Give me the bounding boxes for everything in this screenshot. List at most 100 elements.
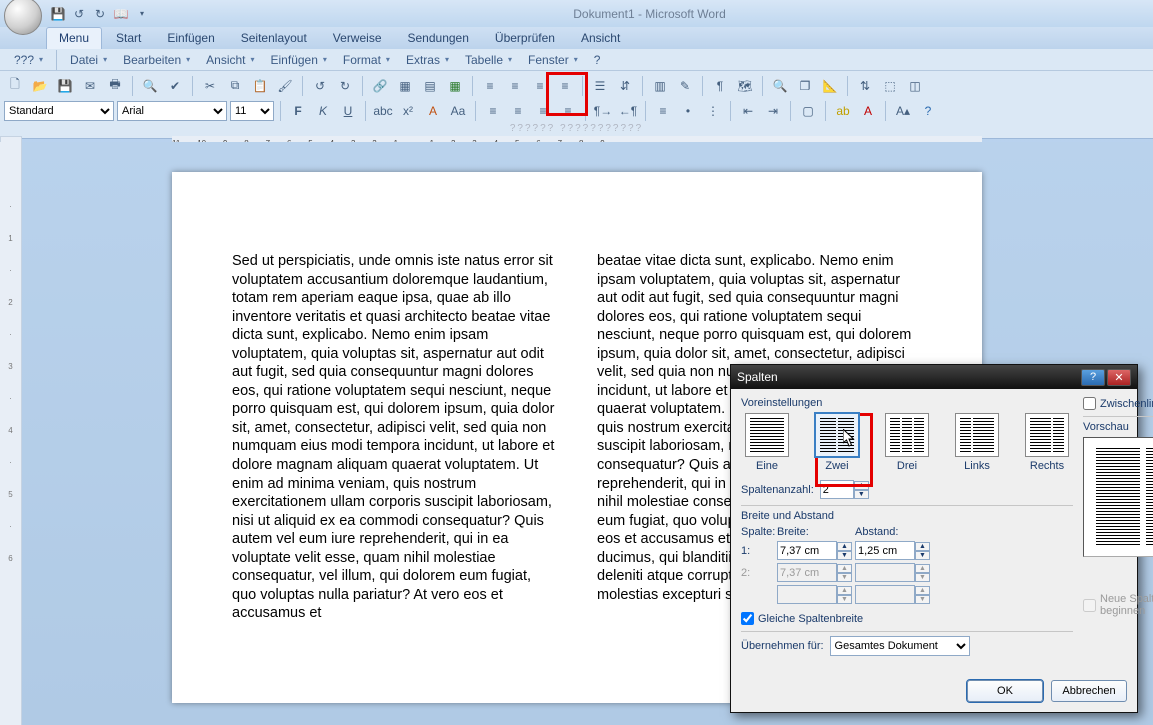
new-doc-icon[interactable]: 🗋 (4, 75, 26, 97)
menu-bearbeiten[interactable]: Bearbeiten (117, 51, 196, 69)
apply-to-combo[interactable]: Gesamtes Dokument (830, 636, 970, 656)
menu-help[interactable]: ? (588, 51, 607, 69)
undo-icon[interactable]: ↺ (309, 75, 331, 97)
menu-datei[interactable]: Datei (64, 51, 113, 69)
dialog-close-button[interactable]: ✕ (1107, 369, 1131, 386)
object-icon[interactable]: ◫ (904, 75, 926, 97)
menu-einfuegen[interactable]: Einfügen (265, 51, 333, 69)
bullets-icon[interactable]: • (677, 100, 699, 122)
numbering-icon[interactable]: ≡ (652, 100, 674, 122)
rtl-icon[interactable]: ←¶ (617, 100, 639, 122)
menu-format[interactable]: Format (337, 51, 396, 69)
row1-gap-input[interactable] (855, 541, 915, 560)
multilevel-icon[interactable]: ⋮ (702, 100, 724, 122)
menu-unknown[interactable]: ??? (8, 51, 49, 69)
equal-width-checkbox[interactable]: Gleiche Spaltenbreite (741, 612, 1073, 625)
zoom-icon[interactable]: 🔍 (769, 75, 791, 97)
insert-table-icon[interactable]: ▤ (419, 75, 441, 97)
ruler-icon[interactable]: 📐 (819, 75, 841, 97)
vertical-ruler[interactable]: ·1· 2·3 ·4· 5·6 (0, 142, 22, 725)
preset-left[interactable]: Links (951, 413, 1003, 472)
cancel-button[interactable]: Abbrechen (1051, 680, 1127, 702)
window-icon[interactable]: ❐ (794, 75, 816, 97)
ltr-icon[interactable]: ¶→ (592, 100, 614, 122)
mail-icon[interactable]: ✉ (79, 75, 101, 97)
preset-three[interactable]: Drei (881, 413, 933, 472)
change-case-icon[interactable]: Aa (447, 100, 469, 122)
drawing-icon[interactable]: ✎ (674, 75, 696, 97)
tab-seitenlayout[interactable]: Seitenlayout (229, 28, 319, 49)
print-icon[interactable]: 🖶 (104, 75, 126, 97)
hyperlink-icon[interactable]: 🔗 (369, 75, 391, 97)
redo-icon[interactable]: ↻ (334, 75, 356, 97)
format-painter-icon[interactable]: 🖌 (274, 75, 296, 97)
align-center2-icon[interactable]: ≡ (507, 100, 529, 122)
dialog-help-button[interactable]: ? (1081, 369, 1105, 386)
bold-button[interactable]: F (287, 100, 309, 122)
tab-sendungen[interactable]: Sendungen (396, 28, 481, 49)
preset-right[interactable]: Rechts (1021, 413, 1073, 472)
align-justify2-icon[interactable]: ≡ (557, 100, 579, 122)
menu-ansicht[interactable]: Ansicht (200, 51, 260, 69)
line-spacing-icon[interactable]: ☰ (589, 75, 611, 97)
increase-indent-icon[interactable]: ⇥ (762, 100, 784, 122)
qat-more-icon[interactable]: ▾ (134, 6, 150, 22)
preset-one[interactable]: Eine (741, 413, 793, 472)
save-icon[interactable]: 💾 (54, 75, 76, 97)
show-marks-icon[interactable]: ¶ (709, 75, 731, 97)
align-justify-icon[interactable]: ≡ (554, 75, 576, 97)
distribute-icon[interactable]: ⇵ (614, 75, 636, 97)
select-icon[interactable]: ⬚ (879, 75, 901, 97)
column-count-input[interactable] (820, 480, 854, 499)
menu-extras[interactable]: Extras (400, 51, 455, 69)
table-icon[interactable]: ▦ (394, 75, 416, 97)
office-button[interactable] (4, 0, 42, 35)
style-combo[interactable]: Standard (4, 101, 114, 121)
copy-icon[interactable]: ⧉ (224, 75, 246, 97)
align-left-icon[interactable]: ≡ (479, 75, 501, 97)
font-combo[interactable]: Arial (117, 101, 227, 121)
tab-menu[interactable]: Menu (46, 27, 102, 49)
preset-two[interactable]: Zwei (811, 413, 863, 472)
highlight-icon[interactable]: ab (832, 100, 854, 122)
dialog-titlebar[interactable]: Spalten ? ✕ (731, 365, 1137, 389)
doc-map-icon[interactable]: 🗺 (734, 75, 756, 97)
align-center-icon[interactable]: ≡ (504, 75, 526, 97)
save-icon[interactable]: 💾 (50, 6, 66, 22)
row1-width-input[interactable] (777, 541, 837, 560)
redo-icon[interactable]: ↻ (92, 6, 108, 22)
superscript-icon[interactable]: x² (397, 100, 419, 122)
menu-fenster[interactable]: Fenster (522, 51, 584, 69)
decrease-indent-icon[interactable]: ⇤ (737, 100, 759, 122)
italic-button[interactable]: K (312, 100, 334, 122)
undo-icon[interactable]: ↺ (71, 6, 87, 22)
document-text-col1[interactable]: Sed ut perspiciatis, unde omnis iste nat… (232, 252, 557, 623)
sort-icon[interactable]: ⇅ (854, 75, 876, 97)
tab-start[interactable]: Start (104, 28, 153, 49)
print-preview-icon[interactable]: 🔍 (139, 75, 161, 97)
excel-icon[interactable]: ▦ (444, 75, 466, 97)
align-right2-icon[interactable]: ≡ (532, 100, 554, 122)
tab-verweise[interactable]: Verweise (321, 28, 394, 49)
book-icon[interactable]: 📖 (113, 6, 129, 22)
borders-icon[interactable]: ▢ (797, 100, 819, 122)
text-effects-icon[interactable]: A (422, 100, 444, 122)
tab-ueberpruefen[interactable]: Überprüfen (483, 28, 567, 49)
font-size-combo[interactable]: 11 (230, 101, 274, 121)
count-down-icon[interactable]: ▼ (854, 490, 869, 499)
separator-line-checkbox[interactable]: Zwischenlinie (1083, 397, 1153, 410)
grow-font-icon[interactable]: A▴ (892, 100, 914, 122)
align-left2-icon[interactable]: ≡ (482, 100, 504, 122)
underline-button[interactable]: U (337, 100, 359, 122)
spellcheck-icon[interactable]: ✔ (164, 75, 186, 97)
ok-button[interactable]: OK (967, 680, 1043, 702)
strike-icon[interactable]: abc (372, 100, 394, 122)
columns-icon[interactable]: ▥ (649, 75, 671, 97)
align-right-icon[interactable]: ≡ (529, 75, 551, 97)
font-color-icon[interactable]: A (857, 100, 879, 122)
open-icon[interactable]: 📂 (29, 75, 51, 97)
cut-icon[interactable]: ✂ (199, 75, 221, 97)
tab-einfuegen[interactable]: Einfügen (155, 28, 226, 49)
menu-tabelle[interactable]: Tabelle (459, 51, 518, 69)
paste-icon[interactable]: 📋 (249, 75, 271, 97)
